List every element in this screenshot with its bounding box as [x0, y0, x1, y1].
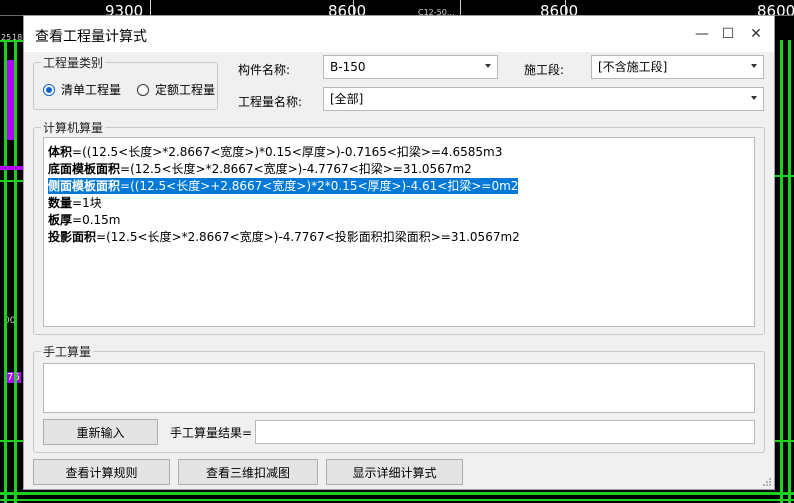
close-icon: ✕: [750, 26, 762, 42]
calc-line-name: 底面模板面积: [48, 162, 121, 176]
calc-line-name: 体积: [48, 145, 73, 159]
resize-grip-icon[interactable]: [762, 477, 772, 487]
computer-calc-textarea[interactable]: 体积=((12.5<长度>*2.8667<宽度>)*0.15<厚度>)-0.71…: [43, 137, 755, 327]
calc-line-name: 投影面积: [48, 230, 97, 244]
calc-line-name: 板厚: [48, 213, 73, 227]
radio-label: 清单工程量: [61, 83, 122, 97]
cad-beam: [775, 175, 794, 177]
calc-line-count: 数量=1块: [48, 195, 102, 211]
cad-grid-line: [565, 0, 566, 15]
chevron-down-icon: [751, 96, 757, 100]
manual-calc-textarea[interactable]: [43, 363, 755, 413]
manual-result-label: 手工算量结果=: [170, 426, 253, 440]
cad-beam: [0, 499, 794, 501]
construction-section-select[interactable]: [不含施工段]: [591, 55, 764, 79]
component-name-value: B-150: [330, 60, 366, 74]
radio-selected-icon: [43, 83, 55, 96]
cad-grid-line: [150, 0, 151, 15]
view-rules-button[interactable]: 查看计算规则: [33, 459, 170, 485]
calc-line-formula: =((12.5<长度>*2.8667<宽度>)*0.15<厚度>)-0.7165…: [72, 145, 503, 159]
minimize-icon: —: [695, 26, 709, 42]
radio-quota-quantity[interactable]: 定额工程量: [137, 81, 215, 98]
construction-section-label: 施工段:: [524, 63, 565, 77]
cad-grid-line: [353, 0, 354, 15]
dialog-title: 查看工程量计算式: [35, 29, 147, 45]
maximize-icon: ☐: [721, 26, 735, 42]
calc-line-formula: =((12.5<长度>+2.8667<宽度>)*2*0.15<厚度>)-4.61…: [120, 179, 519, 193]
view-rules-label: 查看计算规则: [65, 465, 138, 480]
cad-beam: [788, 40, 791, 503]
cad-column: [7, 60, 14, 140]
quantity-name-select[interactable]: [全部]: [323, 87, 764, 111]
component-name-select[interactable]: B-150: [323, 55, 498, 79]
manual-calc-group-label: 手工算量: [41, 343, 94, 360]
cad-beam: [0, 492, 794, 495]
cad-beam: [14, 40, 17, 503]
cad-beam: [0, 440, 23, 442]
view-3d-deduction-button[interactable]: 查看三维扣减图: [178, 459, 318, 485]
reenter-button[interactable]: 重新输入: [43, 419, 158, 445]
calc-line-name: 数量: [48, 196, 73, 210]
minimize-button[interactable]: —: [690, 22, 714, 46]
maximize-button[interactable]: ☐: [716, 22, 740, 46]
radio-label: 定额工程量: [155, 83, 216, 97]
view-3d-label: 查看三维扣减图: [205, 465, 290, 480]
component-name-label: 构件名称:: [238, 63, 291, 77]
quantity-name-value: [全部]: [330, 92, 364, 106]
quantity-type-group-label: 工程量类别: [41, 54, 106, 71]
calc-line-formula: =1块: [72, 196, 102, 210]
calc-line-volume: 体积=((12.5<长度>*2.8667<宽度>)*0.15<厚度>)-0.71…: [48, 144, 502, 160]
quantity-type-group: 工程量类别 清单工程量 定额工程量: [33, 54, 218, 110]
dialog-titlebar[interactable]: 查看工程量计算式 — ☐ ✕: [24, 16, 774, 52]
reenter-button-label: 重新输入: [76, 425, 125, 440]
cad-beam: [775, 440, 794, 442]
computer-calc-group-label: 计算机算量: [41, 119, 106, 136]
close-button[interactable]: ✕: [744, 22, 768, 46]
manual-calc-group: 手工算量 重新输入 手工算量结果=: [33, 343, 765, 453]
calc-line-bottom-formwork: 底面模板面积=(12.5<长度>*2.8667<宽度>)-4.7767<扣梁>=…: [48, 161, 472, 177]
calc-line-name: 侧面模板面积: [48, 179, 121, 193]
calc-line-side-formwork-selected: 侧面模板面积=((12.5<长度>+2.8667<宽度>)*2*0.15<厚度>…: [48, 178, 519, 194]
radio-unselected-icon: [137, 83, 149, 96]
calc-line-formula: =(12.5<长度>*2.8667<宽度>)-4.7767<扣梁>=31.056…: [120, 162, 472, 176]
calc-line-formula: =0.15m: [72, 213, 121, 227]
computer-calc-group: 计算机算量 体积=((12.5<长度>*2.8667<宽度>)*0.15<厚度>…: [33, 119, 765, 335]
construction-section-value: [不含施工段]: [598, 60, 668, 74]
show-detail-formula-button[interactable]: 显示详细计算式: [326, 459, 463, 485]
chevron-down-icon: [485, 64, 491, 68]
cad-grid-line: [460, 0, 461, 15]
calc-line-projected-area: 投影面积=(12.5<长度>*2.8667<宽度>)-4.7767<投影面积扣梁…: [48, 229, 520, 245]
show-detail-label: 显示详细计算式: [352, 465, 437, 480]
cad-beam: [0, 40, 23, 42]
calc-formula-dialog: 查看工程量计算式 — ☐ ✕ 工程量类别 清单工程量 定额工程量 构件名称: B…: [23, 15, 775, 490]
radio-bill-quantity[interactable]: 清单工程量: [43, 81, 121, 98]
manual-result-input[interactable]: [255, 420, 755, 444]
quantity-name-label: 工程量名称:: [238, 95, 303, 109]
chevron-down-icon: [751, 64, 757, 68]
cad-beam: [0, 180, 23, 182]
calc-line-formula: =(12.5<长度>*2.8667<宽度>)-4.7767<投影面积扣梁面积>=…: [96, 230, 520, 244]
cad-beam: [780, 40, 783, 503]
calc-line-thickness: 板厚=0.15m: [48, 212, 120, 228]
cad-column: [0, 166, 23, 170]
